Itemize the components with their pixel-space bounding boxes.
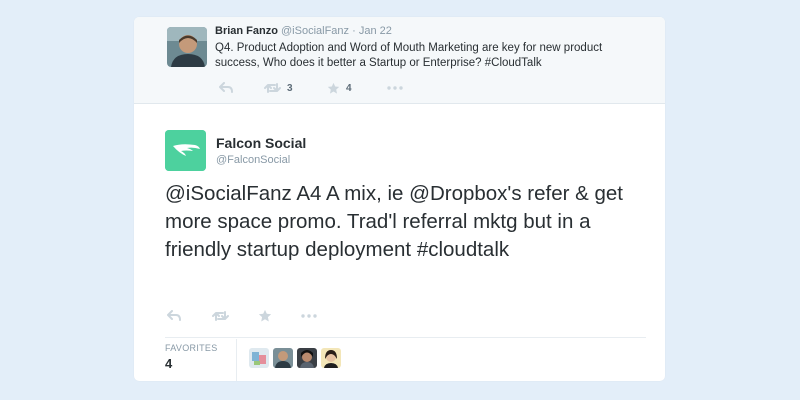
reply-button[interactable] xyxy=(167,308,181,324)
retweet-count: 3 xyxy=(287,82,293,94)
star-icon xyxy=(327,82,340,95)
more-button[interactable] xyxy=(301,308,317,324)
separator: · xyxy=(352,25,356,37)
reply-tweet[interactable]: Brian Fanzo @iSocialFanz · Jan 22 Q4. Pr… xyxy=(134,17,665,104)
reply-tweet-text: Q4. Product Adoption and Word of Mouth M… xyxy=(215,42,603,69)
favorite-count: 4 xyxy=(346,82,352,94)
favoriter-avatar[interactable] xyxy=(297,348,317,368)
favorite-button[interactable] xyxy=(258,308,272,324)
more-button[interactable] xyxy=(387,80,403,96)
favoriter-avatar[interactable] xyxy=(249,348,269,368)
favoriter-avatar[interactable] xyxy=(321,348,341,368)
favorite-button[interactable]: 4 xyxy=(327,80,352,96)
avatar[interactable] xyxy=(167,27,207,67)
retweet-button[interactable]: 3 xyxy=(264,80,293,96)
tweet-date[interactable]: Jan 22 xyxy=(359,25,392,37)
divider xyxy=(165,337,646,338)
author-handle[interactable]: @FalconSocial xyxy=(216,154,290,166)
reply-icon xyxy=(167,310,181,322)
favoriter-avatar[interactable] xyxy=(273,348,293,368)
reply-tweet-header: Brian Fanzo @iSocialFanz · Jan 22 xyxy=(215,25,392,37)
retweet-icon xyxy=(264,82,281,94)
more-icon xyxy=(387,86,403,90)
author-handle[interactable]: @iSocialFanz xyxy=(281,25,349,37)
star-icon xyxy=(258,309,272,323)
falcon-icon xyxy=(165,130,206,171)
favoriters-list xyxy=(249,348,341,368)
retweet-icon xyxy=(212,310,229,322)
reply-button[interactable] xyxy=(219,80,233,96)
tweet-card: Brian Fanzo @iSocialFanz · Jan 22 Q4. Pr… xyxy=(134,17,665,381)
more-icon xyxy=(301,314,317,318)
reply-icon xyxy=(219,82,233,94)
retweet-button[interactable] xyxy=(212,308,229,324)
author-name[interactable]: Falcon Social xyxy=(216,135,306,151)
falcon-social-logo[interactable] xyxy=(165,130,206,171)
favorites-label: FAVORITES xyxy=(165,343,218,353)
tweet-text: @iSocialFanz A4 A mix, ie @Dropbox's ref… xyxy=(165,182,624,261)
favorites-count[interactable]: 4 xyxy=(165,356,172,371)
author-name[interactable]: Brian Fanzo xyxy=(215,25,278,37)
divider xyxy=(236,339,237,381)
